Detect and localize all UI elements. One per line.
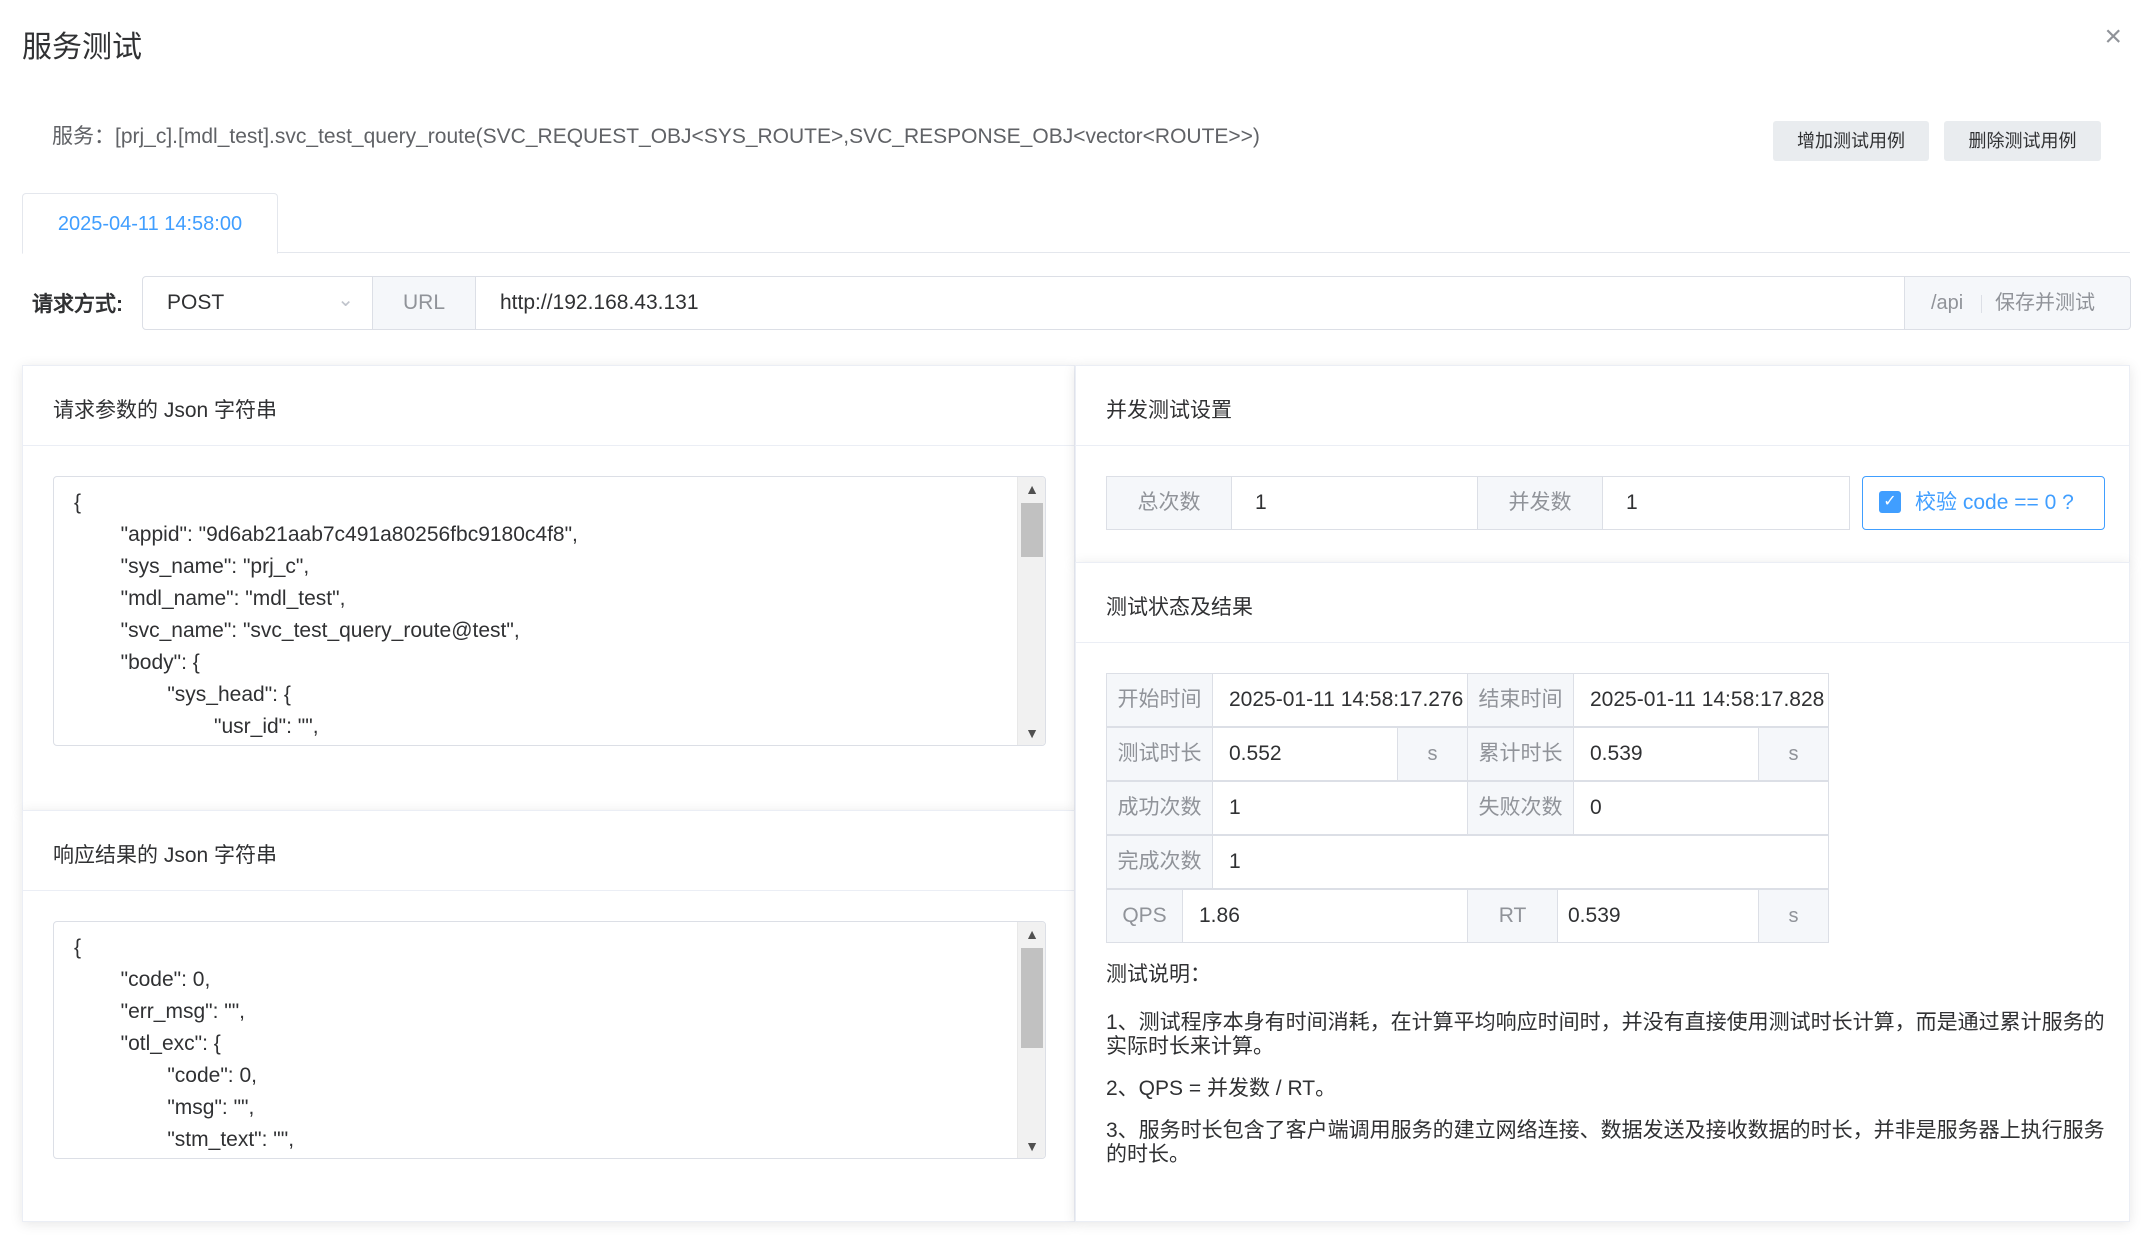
rt-label: RT xyxy=(1468,890,1558,942)
end-time-label: 结束时间 xyxy=(1468,674,1574,726)
request-json-textarea[interactable]: { "appid": "9d6ab21aab7c491a80256fbc9180… xyxy=(53,476,1046,746)
complete-count-group: 完成次数 1 xyxy=(1106,835,1829,889)
response-json-card: 响应结果的 Json 字符串 { "code": 0, "err_msg": "… xyxy=(22,810,1075,1222)
qps-group: QPS 1.86 xyxy=(1106,889,1468,943)
scrollbar-thumb[interactable] xyxy=(1021,503,1043,557)
test-notes: 测试说明： 1、测试程序本身有时间消耗，在计算平均响应时间时，并没有直接使用测试… xyxy=(1106,963,2106,1185)
url-input[interactable]: http://192.168.43.131 xyxy=(475,276,1905,330)
response-json-content: { "code": 0, "err_msg": "", "otl_exc": {… xyxy=(74,936,295,1151)
fail-count-group: 失败次数 0 xyxy=(1467,781,1829,835)
response-json-textarea[interactable]: { "code": 0, "err_msg": "", "otl_exc": {… xyxy=(53,921,1046,1159)
card-header: 响应结果的 Json 字符串 xyxy=(23,811,1074,891)
request-json-content: { "appid": "9d6ab21aab7c491a80256fbc9180… xyxy=(74,491,578,738)
card-header: 测试状态及结果 xyxy=(1076,563,2129,643)
service-signature: 服务：[prj_c].[mdl_test].svc_test_query_rou… xyxy=(52,125,1260,148)
complete-count-label: 完成次数 xyxy=(1107,836,1213,888)
chevron-down-icon: ⌄ xyxy=(337,289,354,311)
test-results-card: 测试状态及结果 开始时间 2025-01-11 14:58:17.276 结束时… xyxy=(1075,562,2130,1222)
concurrency-title: 并发测试设置 xyxy=(1106,399,1232,422)
scrollbar[interactable]: ▲ ▼ xyxy=(1017,922,1045,1158)
card-header: 请求参数的 Json 字符串 xyxy=(23,366,1074,446)
note-item: 3、服务时长包含了客户端调用服务的建立网络连接、数据发送及接收数据的时长，并非是… xyxy=(1106,1119,2105,1166)
success-count-value: 1 xyxy=(1229,796,1241,819)
url-append: /api 保存并测试 xyxy=(1904,276,2131,330)
api-suffix: /api xyxy=(1931,292,1964,314)
card-header: 并发测试设置 xyxy=(1076,366,2129,446)
request-json-title: 请求参数的 Json 字符串 xyxy=(53,399,278,422)
method-select[interactable]: POST ⌄ xyxy=(142,276,373,330)
rt-value: 0.539 xyxy=(1568,904,1621,927)
results-title: 测试状态及结果 xyxy=(1106,596,1253,619)
verify-code-checkbox[interactable]: ✓ 校验 code == 0 ? xyxy=(1862,476,2105,530)
success-count-group: 成功次数 1 xyxy=(1106,781,1468,835)
url-value: http://192.168.43.131 xyxy=(500,291,699,314)
tab-test-case[interactable]: 2025-04-11 14:58:00 xyxy=(22,193,278,254)
total-count-group: 总次数 1 xyxy=(1106,476,1478,530)
complete-count-value: 1 xyxy=(1229,850,1241,873)
cumulative-duration-unit: s xyxy=(1758,728,1828,780)
request-json-card: 请求参数的 Json 字符串 { "appid": "9d6ab21aab7c4… xyxy=(22,365,1075,811)
test-duration-unit: s xyxy=(1397,728,1467,780)
url-label: URL xyxy=(372,276,476,330)
start-time-label: 开始时间 xyxy=(1107,674,1213,726)
cumulative-duration-group: 累计时长 0.539 s xyxy=(1467,727,1829,781)
concurrent-count-input[interactable]: 1 xyxy=(1626,477,1638,529)
fail-count-label: 失败次数 xyxy=(1468,782,1574,834)
method-value: POST xyxy=(167,291,225,314)
test-duration-group: 测试时长 0.552 s xyxy=(1106,727,1468,781)
scroll-down-icon[interactable]: ▼ xyxy=(1018,1134,1045,1158)
total-count-label: 总次数 xyxy=(1107,477,1232,529)
scrollbar-thumb[interactable] xyxy=(1021,948,1043,1048)
checkmark-icon: ✓ xyxy=(1879,491,1901,513)
concurrent-count-label: 并发数 xyxy=(1478,477,1603,529)
close-icon[interactable]: × xyxy=(2104,22,2122,52)
rt-unit: s xyxy=(1758,890,1828,942)
start-time-value: 2025-01-11 14:58:17.276 xyxy=(1229,688,1464,711)
add-test-case-button[interactable]: 增加测试用例 xyxy=(1773,121,1929,161)
delete-test-case-button[interactable]: 删除测试用例 xyxy=(1944,121,2101,161)
response-json-title: 响应结果的 Json 字符串 xyxy=(53,844,278,867)
rt-group: RT 0.539 s xyxy=(1467,889,1829,943)
dialog-title: 服务测试 xyxy=(22,31,142,64)
divider xyxy=(1981,295,1982,313)
concurrency-settings-card: 并发测试设置 总次数 1 并发数 1 ✓ 校验 code == 0 ? xyxy=(1075,365,2130,563)
start-time-group: 开始时间 2025-01-11 14:58:17.276 xyxy=(1106,673,1468,727)
tab-strip xyxy=(22,193,2130,253)
end-time-group: 结束时间 2025-01-11 14:58:17.828 xyxy=(1467,673,1829,727)
cumulative-duration-label: 累计时长 xyxy=(1468,728,1574,780)
test-duration-label: 测试时长 xyxy=(1107,728,1213,780)
verify-code-label: 校验 code == 0 ? xyxy=(1915,491,2074,514)
concurrent-count-group: 并发数 1 xyxy=(1477,476,1850,530)
scroll-down-icon[interactable]: ▼ xyxy=(1018,721,1045,745)
request-method-label: 请求方式: xyxy=(32,293,123,316)
note-item: 2、QPS = 并发数 / RT。 xyxy=(1106,1077,1337,1100)
success-count-label: 成功次数 xyxy=(1107,782,1213,834)
note-item: 1、测试程序本身有时间消耗，在计算平均响应时间时，并没有直接使用测试时长计算，而… xyxy=(1106,1011,2105,1058)
fail-count-value: 0 xyxy=(1590,796,1602,819)
end-time-value: 2025-01-11 14:58:17.828 xyxy=(1590,688,1825,711)
cumulative-duration-value: 0.539 xyxy=(1590,742,1643,765)
test-duration-value: 0.552 xyxy=(1229,742,1282,765)
scroll-up-icon[interactable]: ▲ xyxy=(1018,922,1045,946)
qps-label: QPS xyxy=(1107,890,1183,942)
save-and-test-button[interactable]: 保存并测试 xyxy=(1995,277,2095,329)
scrollbar[interactable]: ▲ ▼ xyxy=(1017,477,1045,745)
notes-title: 测试说明： xyxy=(1106,963,1211,986)
total-count-input[interactable]: 1 xyxy=(1255,477,1267,529)
scroll-up-icon[interactable]: ▲ xyxy=(1018,477,1045,501)
qps-value: 1.86 xyxy=(1199,904,1240,927)
